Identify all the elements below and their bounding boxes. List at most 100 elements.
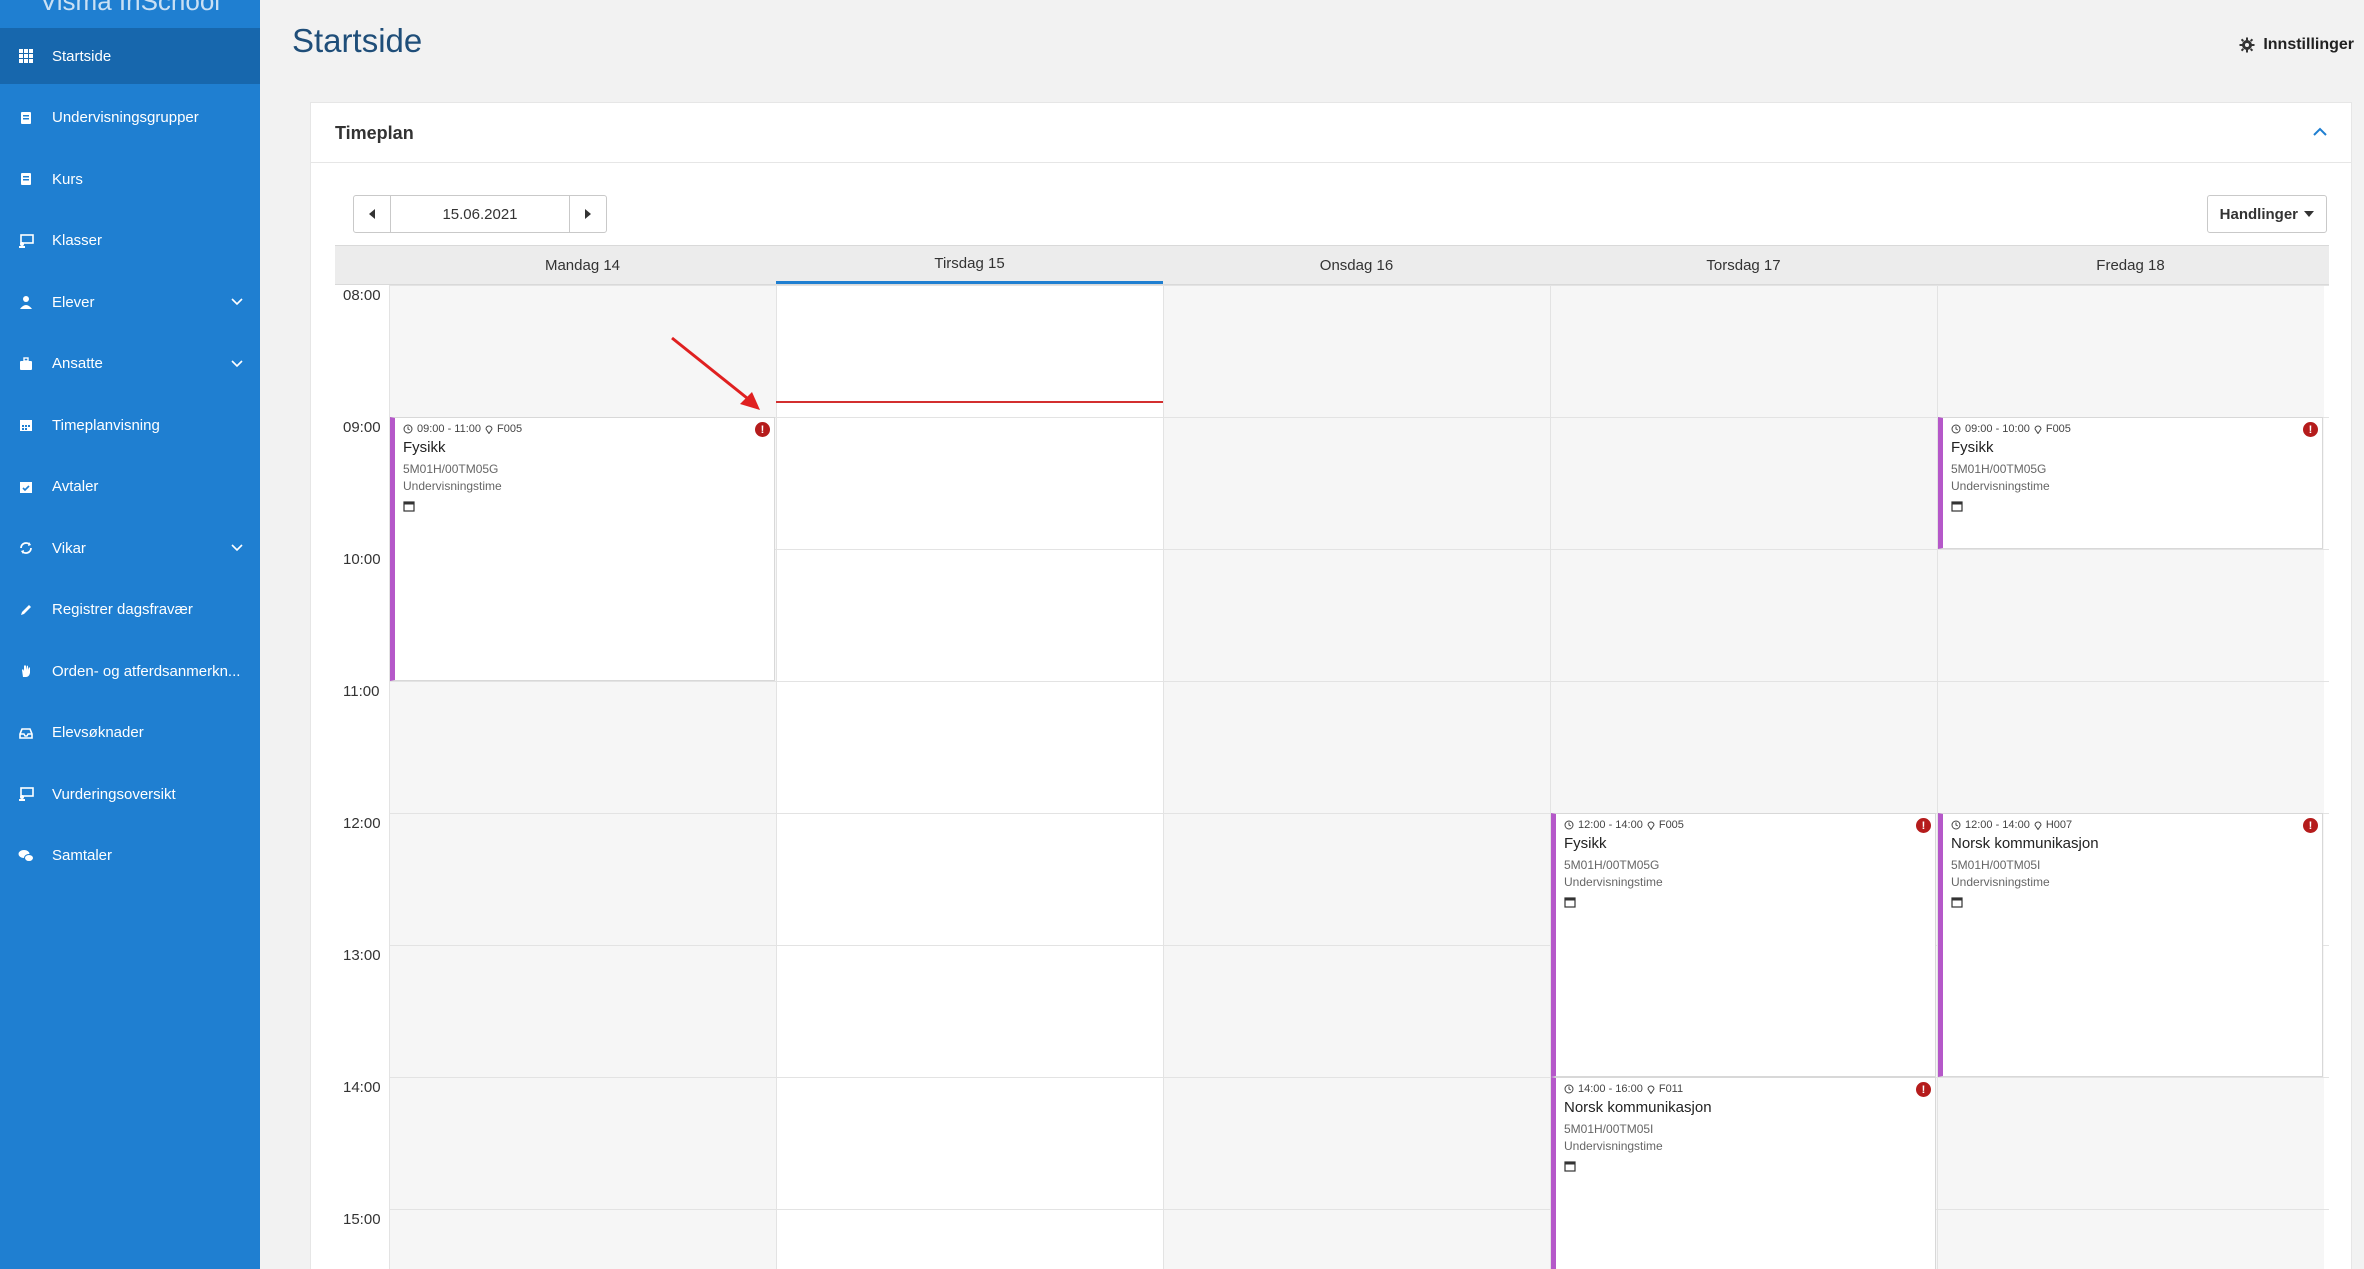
event-calendar-button[interactable] (403, 499, 766, 517)
event-type: Undervisningstime (1951, 875, 2050, 889)
hour-gridline (389, 1077, 2329, 1078)
event-meta: 12:00 - 14:00 F005 (1564, 819, 1927, 831)
timetable-event[interactable]: 09:00 - 11:00 F005 Fysikk 5M01H/00TM05G Unde… (390, 417, 775, 681)
prev-week-button[interactable] (354, 196, 390, 232)
sidebar-item-label: Ansatte (52, 355, 103, 372)
sidebar-item-klasser[interactable]: Klasser (0, 213, 260, 269)
sidebar-item-label: Kurs (52, 170, 83, 188)
sidebar-item-undervisningsgrupper[interactable]: Undervisningsgrupper (0, 90, 260, 146)
sidebar-item-vikar[interactable]: Vikar (0, 520, 260, 576)
event-type: Undervisningstime (1564, 1139, 1663, 1153)
day-header: Mandag 14 (544, 256, 621, 274)
caret-right-icon (585, 209, 591, 219)
next-week-button[interactable] (570, 196, 606, 232)
hour-gridline (389, 681, 2329, 682)
alert-icon[interactable]: ! (1916, 818, 1931, 833)
timetable-event[interactable]: 12:00 - 14:00 H007 Norsk kommunikasjon 5M01… (1938, 813, 2323, 1077)
event-calendar-button[interactable] (1951, 895, 2314, 913)
sidebar-item-vurderingsoversikt[interactable]: Vurderingsoversikt (0, 766, 260, 822)
calendar-grid: 08:00 09:00 10:00 11:00 12:00 13:00 14:00 15:00… (335, 285, 2329, 1269)
sidebar-item-timeplanvisning[interactable]: Timeplanvisning (0, 397, 260, 453)
event-time: 12:00 - 14:00 (1578, 819, 1643, 831)
sidebar-item-orden-og-atferdsanmerkn[interactable]: Orden- og atferdsanmerkn... (0, 643, 260, 699)
page-title: Startside (292, 22, 423, 59)
location-pin-icon (2034, 821, 2042, 830)
event-type: Undervisningstime (403, 479, 502, 493)
event-calendar-button[interactable] (1564, 895, 1927, 913)
sidebar-item-samtaler[interactable]: Samtaler (0, 828, 260, 884)
date-navigator: 15.06.2021 (353, 195, 607, 233)
calendar-header: Mandag 14 Tirsdag 15 Onsdag 16 Torsdag 17 Fr… (335, 245, 2329, 285)
sidebar-item-label: Orden- og atferdsanmerkn... (52, 662, 241, 680)
current-time-line (776, 401, 1163, 403)
event-calendar-button[interactable] (1951, 499, 2314, 517)
settings-button[interactable]: Innstillinger (2239, 36, 2354, 54)
event-room: F011 (1658, 1083, 1684, 1095)
sidebar-item-kurs[interactable]: Kurs (0, 151, 260, 207)
sidebar-item-label: Vikar (52, 539, 86, 557)
sidebar-item-elevsøknader[interactable]: Elevsøknader (0, 705, 260, 761)
sidebar-item-label: Vurderingsoversikt (52, 785, 176, 803)
alert-icon[interactable]: ! (2303, 422, 2318, 437)
day-column[interactable] (1163, 285, 1550, 1269)
event-meta: 09:00 - 10:00 F005 (1951, 423, 2314, 435)
day-header: Tirsdag 15 (776, 246, 1163, 284)
hand-icon (18, 663, 34, 679)
sidebar-item-elever[interactable]: Elever (0, 274, 260, 330)
hour-label: 11:00 (343, 683, 380, 700)
event-title: Fysikk (1951, 439, 1994, 456)
student-icon (18, 294, 34, 310)
sidebar-item-label: Elevsøknader (52, 724, 144, 741)
refresh-icon (18, 540, 34, 556)
day-column[interactable] (776, 285, 1163, 1269)
annotation-arrow-icon (671, 336, 760, 410)
inbox-icon (18, 725, 34, 741)
calendar-icon (18, 417, 34, 433)
sidebar-item-ansatte[interactable]: Ansatte (0, 336, 260, 392)
chevron-up-icon[interactable] (2311, 123, 2329, 141)
date-field[interactable]: 15.06.2021 (390, 196, 570, 232)
calendar-check-icon (18, 479, 34, 495)
chevron-down-icon (230, 540, 244, 557)
clock-icon (1951, 820, 1961, 830)
day-header: Onsdag 16 (1319, 256, 1394, 274)
gear-icon (2239, 37, 2255, 53)
caret-left-icon (369, 209, 375, 219)
sidebar-item-avtaler[interactable]: Avtaler (0, 459, 260, 515)
sidebar-item-label: Startside (52, 47, 112, 65)
app-brand: Visma InSchool (39, 0, 221, 16)
card-header: Timeplan (311, 103, 2351, 163)
chalkboard-icon (18, 233, 34, 249)
event-group: 5M01H/00TM05G (1564, 858, 1660, 872)
sidebar-item-label: Timeplanvisning (52, 416, 160, 434)
hour-label: 09:00 (343, 419, 381, 436)
alert-icon[interactable]: ! (1916, 1082, 1931, 1097)
clock-icon (403, 424, 413, 434)
settings-label: Innstillinger (2263, 36, 2354, 53)
timetable-card: Timeplan 15.06.2021 Handlinger Mandag 14… (310, 102, 2352, 1269)
book-icon (18, 110, 34, 126)
timetable-event[interactable]: 12:00 - 14:00 F005 Fysikk 5M01H/00TM05G Unde… (1551, 813, 1936, 1077)
clock-icon (1564, 1084, 1574, 1094)
chalkboard-icon (18, 786, 34, 802)
alert-icon[interactable]: ! (755, 422, 770, 437)
sidebar-item-startside[interactable]: Startside (0, 28, 260, 84)
day-header: Fredag 18 (2096, 256, 2165, 274)
timetable-event[interactable]: 09:00 - 10:00 F005 Fysikk 5M01H/00TM05G Unde… (1938, 417, 2323, 549)
timetable-event[interactable]: 14:00 - 16:00 F011 Norsk kommunikasjon 5M01… (1551, 1077, 1936, 1269)
book-icon (18, 171, 34, 187)
event-calendar-button[interactable] (1564, 1159, 1927, 1177)
event-meta: 14:00 - 16:00 F011 (1564, 1083, 1927, 1095)
calendar-small-icon (1564, 1161, 1576, 1172)
grid-icon (18, 48, 34, 64)
actions-dropdown[interactable]: Handlinger (2206, 195, 2327, 233)
sidebar-item-registrer-dagsfravær[interactable]: Registrer dagsfravær (0, 582, 260, 638)
event-room: F005 (2045, 423, 2071, 435)
event-title: Fysikk (403, 439, 446, 456)
event-time: 14:00 - 16:00 (1578, 1083, 1643, 1095)
alert-icon[interactable]: ! (2303, 818, 2318, 833)
event-room: H007 (2045, 819, 2073, 831)
sidebar-item-label: Avtaler (52, 478, 99, 495)
card-title: Timeplan (335, 123, 414, 143)
event-meta: 12:00 - 14:00 H007 (1951, 819, 2314, 831)
